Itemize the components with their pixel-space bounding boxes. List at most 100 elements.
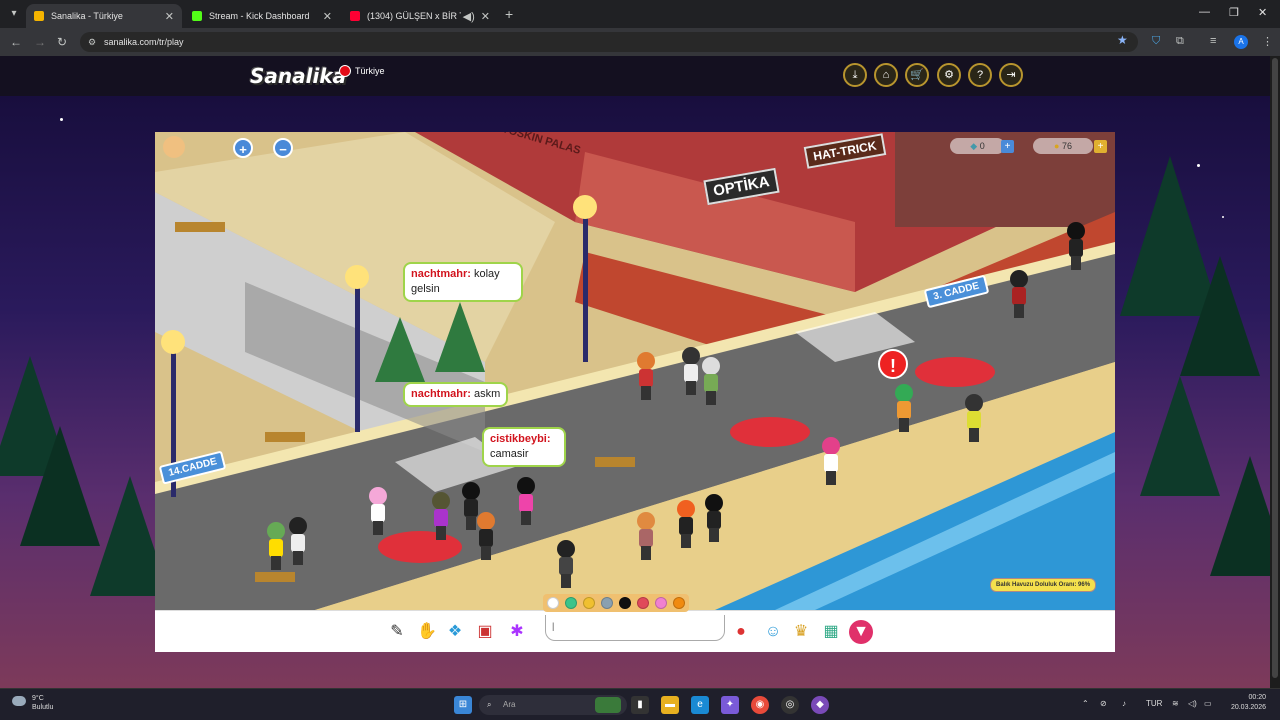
chrome-icon[interactable]: ◉ <box>751 696 769 714</box>
avatar-character[interactable] <box>265 522 287 570</box>
pencil-icon[interactable]: ✎ <box>385 620 409 644</box>
close-icon[interactable]: ✕ <box>481 10 490 23</box>
avatar-character[interactable] <box>1065 222 1087 270</box>
chat-bubble-icon[interactable]: ● <box>729 620 753 644</box>
taskbar-search[interactable]: ⌕ Ara <box>479 695 627 715</box>
tab-sanalika[interactable]: Sanalika - Türkiye ✕ <box>26 4 182 28</box>
page-scrollbar[interactable] <box>1270 56 1280 688</box>
avatar-character[interactable] <box>635 352 657 400</box>
media-control-icon[interactable]: ≡ <box>1210 35 1216 47</box>
hands-icon[interactable]: ✋ <box>415 620 439 644</box>
map-icon[interactable]: ▦ <box>819 620 843 644</box>
avatar-character[interactable] <box>287 517 309 565</box>
avatar-character[interactable] <box>820 437 842 485</box>
tab-title: Sanalika - Türkiye <box>51 11 123 21</box>
more-menu-icon[interactable]: ⋮ <box>1262 35 1273 48</box>
url-bar[interactable]: ⚙ sanalika.com/tr/play <box>80 32 1138 52</box>
battery-icon[interactable]: ▭ <box>1204 699 1212 708</box>
reload-icon[interactable]: ↻ <box>57 35 67 49</box>
zoom-in-button[interactable]: + <box>233 138 253 158</box>
avatar-character[interactable] <box>893 384 915 432</box>
color-gray[interactable] <box>601 597 613 609</box>
obs-icon[interactable]: ◎ <box>781 696 799 714</box>
color-orange[interactable] <box>673 597 685 609</box>
chat-input-value: | <box>552 621 555 631</box>
edge-icon[interactable]: e <box>691 696 709 714</box>
color-red[interactable] <box>637 597 649 609</box>
avatar-character[interactable] <box>515 477 537 525</box>
avatar-character[interactable] <box>963 394 985 442</box>
avatar-character[interactable] <box>1008 270 1030 318</box>
wifi-icon[interactable]: ≋ <box>1172 699 1179 708</box>
tab-youtube[interactable]: (1304) GÜLŞEN x BİR TARAF ◀) ✕ <box>342 4 498 28</box>
chat-text: camasir <box>490 448 529 460</box>
new-tab-button[interactable]: + <box>505 6 513 22</box>
avatar-character[interactable] <box>675 500 697 548</box>
buy-diamond-button[interactable]: + <box>1001 140 1014 153</box>
avatar-character[interactable] <box>430 492 452 540</box>
profile-avatar[interactable]: A <box>1234 35 1248 49</box>
backpack-icon[interactable]: ▣ <box>473 620 497 644</box>
start-icon[interactable]: ⊞ <box>454 696 472 714</box>
logout-button[interactable]: ⇥ <box>999 63 1023 87</box>
mute-icon[interactable]: ◀) <box>463 10 475 23</box>
color-green[interactable] <box>565 597 577 609</box>
language-indicator[interactable]: TUR <box>1146 699 1162 708</box>
extensions-icon[interactable]: ⧉ <box>1176 35 1184 48</box>
buy-coin-button[interactable]: + <box>1094 140 1107 153</box>
tab-kick[interactable]: Stream - Kick Dashboard ✕ <box>184 4 340 28</box>
dance-icon[interactable]: ✱ <box>505 620 529 644</box>
settings-button[interactable]: ⚙ <box>937 63 961 87</box>
color-yellow[interactable] <box>583 597 595 609</box>
forward-icon[interactable]: → <box>34 35 46 49</box>
sanalika-logo[interactable]: Sanalika <box>250 64 346 88</box>
tray-mic-icon[interactable]: ♪ <box>1122 699 1126 708</box>
avatar-character[interactable] <box>700 357 722 405</box>
tab-search-icon[interactable]: ▾ <box>6 6 22 22</box>
avatar-character[interactable] <box>475 512 497 560</box>
volume-icon[interactable]: ◁) <box>1188 699 1197 708</box>
task-view-icon[interactable]: ▮ <box>631 696 649 714</box>
close-icon[interactable]: ✕ <box>323 10 332 23</box>
maximize-icon[interactable]: ❐ <box>1229 6 1239 19</box>
avatar-character[interactable] <box>680 347 702 395</box>
site-info-icon[interactable]: ⚙ <box>88 32 96 52</box>
zoom-out-button[interactable]: − <box>273 138 293 158</box>
menu-down-icon[interactable]: ▼ <box>849 620 873 644</box>
color-white[interactable] <box>547 597 559 609</box>
file-explorer-icon[interactable]: ▬ <box>661 696 679 714</box>
bookmark-star-icon[interactable]: ★ <box>1117 33 1128 47</box>
scrollbar-thumb[interactable] <box>1272 58 1278 678</box>
game-canvas[interactable]: OPTİKA HAT-TRICK TOSKIN PALAS 14.CADDE 3… <box>155 132 1115 610</box>
cart-button[interactable]: 🛒 <box>905 63 929 87</box>
fish-icon[interactable]: ❖ <box>443 620 467 644</box>
color-picker <box>543 594 689 612</box>
avatar-character[interactable] <box>703 494 725 542</box>
shield-extension-icon[interactable]: ⛉ <box>1152 35 1160 48</box>
color-black[interactable] <box>619 597 631 609</box>
tray-chevron-icon[interactable]: ⌃ <box>1082 699 1089 708</box>
color-pink[interactable] <box>655 597 667 609</box>
download-button[interactable]: ⤓ <box>843 63 867 87</box>
avatar-character[interactable] <box>367 487 389 535</box>
clock[interactable]: 00:20 20.03.2026 <box>1214 693 1266 713</box>
help-button[interactable]: ? <box>968 63 992 87</box>
weather-widget[interactable]: 9°C Bulutlu <box>12 694 53 712</box>
minimize-icon[interactable]: — <box>1199 6 1210 18</box>
trophy-icon[interactable]: ♛ <box>789 620 813 644</box>
copilot-icon[interactable]: ✦ <box>721 696 739 714</box>
alert-icon[interactable]: ! <box>878 349 908 379</box>
app-icon[interactable]: ◆ <box>811 696 829 714</box>
browser-tabbar: ▾ Sanalika - Türkiye ✕ Stream - Kick Das… <box>0 0 1280 28</box>
window-close-icon[interactable]: ✕ <box>1258 6 1267 19</box>
avatar-character[interactable] <box>635 512 657 560</box>
player-avatar[interactable] <box>161 136 187 162</box>
chat-input[interactable]: | <box>545 615 725 641</box>
friends-icon[interactable]: ☺ <box>761 620 785 644</box>
close-icon[interactable]: ✕ <box>165 10 174 23</box>
back-icon[interactable]: ← <box>10 35 22 49</box>
home-button[interactable]: ⌂ <box>874 63 898 87</box>
tray-network-icon[interactable]: ⊘ <box>1100 699 1107 708</box>
avatar-character[interactable] <box>555 540 577 588</box>
weather-desc: Bulutlu <box>32 704 54 711</box>
